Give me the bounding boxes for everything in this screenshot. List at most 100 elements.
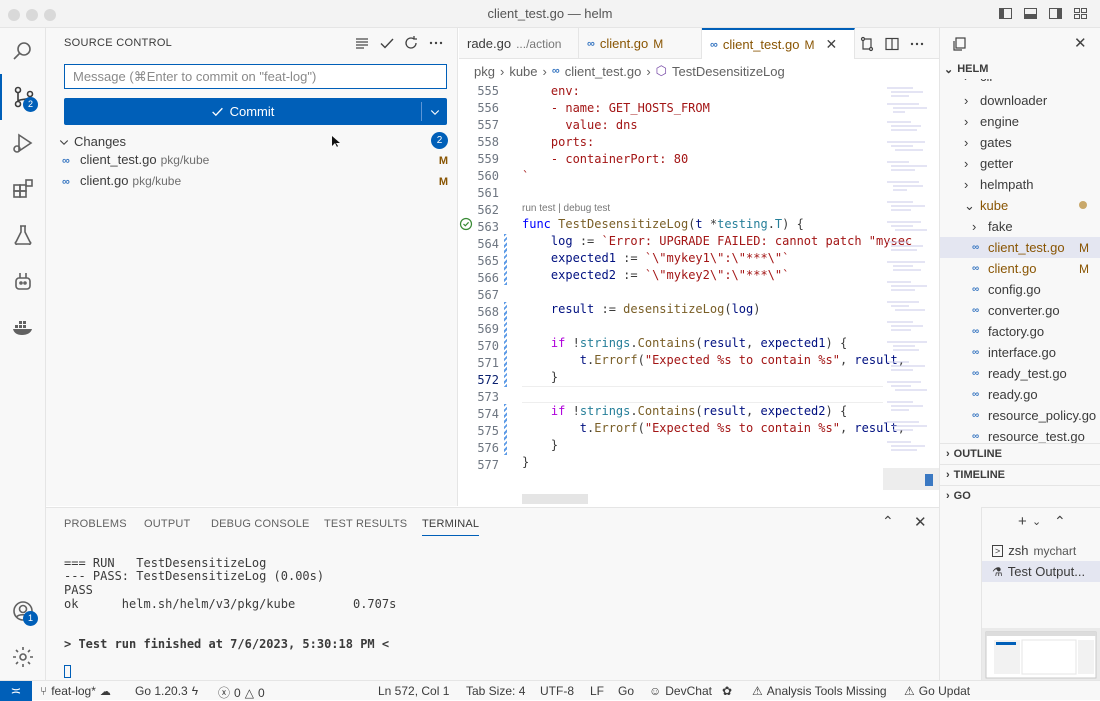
codelens-run-debug[interactable]: run test | debug test xyxy=(522,203,610,214)
close-icon[interactable]: ✕ xyxy=(1074,34,1087,52)
code-editor[interactable]: 555 556 557 558 559 560 561 562 563 564 565 566 567 5… xyxy=(459,82,939,506)
tree-label: converter.go xyxy=(988,303,1060,318)
toggle-primary-sidebar-icon[interactable] xyxy=(998,6,1013,21)
chevron-right-icon: › xyxy=(964,114,969,129)
tab-terminal[interactable]: TERMINAL xyxy=(422,518,480,536)
split-editor-icon[interactable] xyxy=(884,36,900,52)
explorer-root[interactable]: ⌄ HELM xyxy=(944,63,988,76)
accounts-icon[interactable]: 1 xyxy=(0,588,46,634)
branch-status[interactable]: ⑂ feat-log* ☁ xyxy=(40,684,111,698)
devchat-icon: ☺ xyxy=(649,684,662,698)
breadcrumb-item[interactable]: client_test.go xyxy=(565,64,642,79)
devchat-icon[interactable] xyxy=(0,258,46,304)
tree-file[interactable]: ∞ client.go M xyxy=(940,258,1100,279)
tree-folder[interactable]: › getter xyxy=(940,153,1100,174)
bunny-icon[interactable]: ✿ xyxy=(722,684,732,698)
tree-folder[interactable]: › gates xyxy=(940,132,1100,153)
changes-group-header[interactable]: Changes 2 xyxy=(56,132,448,152)
file-dir: pkg/kube xyxy=(160,153,210,167)
terminal-line: > Test run finished at 7/6/2023, 5:30:18… xyxy=(64,637,390,651)
tree-folder[interactable]: ›cli xyxy=(940,79,1100,87)
docker-icon[interactable] xyxy=(0,304,46,350)
refresh-icon[interactable] xyxy=(403,35,419,51)
customize-layout-icon[interactable] xyxy=(1073,6,1088,21)
tree-folder-open[interactable]: ⌄ kube xyxy=(940,195,1100,216)
tree-file[interactable]: ∞ ready_test.go xyxy=(940,363,1100,384)
breadcrumb-item[interactable]: kube xyxy=(509,64,537,79)
extensions-icon[interactable] xyxy=(0,166,46,212)
activity-bar: 2 1 xyxy=(0,28,46,680)
remote-indicator[interactable]: ≍ xyxy=(0,681,32,701)
symbol-function-icon: ⬡ xyxy=(655,63,668,78)
view-as-tree-icon[interactable] xyxy=(354,35,370,51)
section-timeline[interactable]: › TIMELINE xyxy=(940,464,1100,485)
tree-file[interactable]: ∞ resource_test.go xyxy=(940,426,1100,444)
close-tab-icon[interactable]: ✕ xyxy=(825,36,837,53)
end-of-line[interactable]: LF xyxy=(590,684,604,698)
warning-icon: ⚠ xyxy=(752,684,763,698)
tab-problems[interactable]: PROBLEMS xyxy=(64,518,127,530)
changed-file-row[interactable]: ∞ client_test.go pkg/kube M xyxy=(62,152,448,173)
tab-client-go[interactable]: ∞ client.go M xyxy=(579,28,702,59)
minimap[interactable] xyxy=(883,82,939,506)
encoding[interactable]: UTF-8 xyxy=(540,684,574,698)
test-passed-icon[interactable] xyxy=(459,217,473,231)
tab-debug-console[interactable]: DEBUG CONSOLE xyxy=(211,518,310,530)
tree-folder[interactable]: › helmpath xyxy=(940,174,1100,195)
toggle-panel-icon[interactable] xyxy=(1023,6,1038,21)
tree-folder[interactable]: › downloader xyxy=(940,90,1100,111)
editor-more-actions-icon[interactable] xyxy=(909,36,925,52)
tree-file[interactable]: ∞ config.go xyxy=(940,279,1100,300)
chevron-right-icon: › xyxy=(646,63,651,79)
tree-file[interactable]: ∞ interface.go xyxy=(940,342,1100,363)
copy-files-icon[interactable] xyxy=(951,36,967,52)
commit-message-input[interactable] xyxy=(64,64,447,89)
go-update-status[interactable]: ⚠ Go Updat xyxy=(904,684,970,698)
explorer-icon[interactable] xyxy=(0,28,46,74)
commit-dropdown-button[interactable] xyxy=(422,98,447,125)
toggle-secondary-sidebar-icon[interactable] xyxy=(1048,6,1063,21)
tab-output[interactable]: OUTPUT xyxy=(144,518,190,530)
language-mode[interactable]: Go xyxy=(618,684,634,698)
commit-check-icon[interactable] xyxy=(379,35,395,51)
maximize-panel-icon[interactable]: ⌃ xyxy=(882,513,894,530)
open-changes-icon[interactable] xyxy=(859,36,875,52)
section-outline[interactable]: › OUTLINE xyxy=(940,443,1100,464)
tab-size[interactable]: Tab Size: 4 xyxy=(466,684,525,698)
tree-file[interactable]: ∞ ready.go xyxy=(940,384,1100,405)
breadcrumb-item[interactable]: TestDesensitizeLog xyxy=(672,64,785,79)
close-panel-icon[interactable]: ✕ xyxy=(914,513,927,531)
new-terminal-icon[interactable]: + xyxy=(1018,513,1027,530)
go-version-status[interactable]: Go 1.20.3 ϟ xyxy=(135,684,198,698)
more-actions-icon[interactable] xyxy=(428,35,444,51)
testing-icon[interactable] xyxy=(0,212,46,258)
tree-folder[interactable]: › fake xyxy=(940,216,1100,237)
breadcrumb-item[interactable]: pkg xyxy=(474,64,495,79)
tab-upgrade-go[interactable]: rade.go .../action xyxy=(459,28,579,59)
tab-test-results[interactable]: TEST RESULTS xyxy=(324,518,407,530)
tab-client-test-go[interactable]: ∞ client_test.go M ✕ xyxy=(702,28,855,59)
problems-status[interactable]: ⓧ 0 △ 0 xyxy=(218,684,265,701)
tree-file[interactable]: ∞ converter.go xyxy=(940,300,1100,321)
go-file-icon: ∞ xyxy=(972,284,980,295)
tree-folder[interactable]: › engine xyxy=(940,111,1100,132)
run-debug-icon[interactable] xyxy=(0,120,46,166)
tree-file[interactable]: ∞ client_test.go M xyxy=(940,237,1100,258)
terminal-instance-test-output[interactable]: ⚗ Test Output... xyxy=(982,561,1100,582)
manage-gear-icon[interactable] xyxy=(0,634,46,680)
source-control-icon[interactable]: 2 xyxy=(0,74,46,120)
terminal-instance-zsh[interactable]: > zsh mychart xyxy=(982,540,1100,561)
section-label: TIMELINE xyxy=(953,469,1006,481)
maximize-panel-icon[interactable]: ⌃ xyxy=(1054,513,1066,530)
analysis-tools-status[interactable]: ⚠ Analysis Tools Missing xyxy=(752,684,887,698)
cursor-position[interactable]: Ln 572, Col 1 xyxy=(378,684,449,698)
tree-file[interactable]: ∞ resource_policy.go xyxy=(940,405,1100,426)
chevron-down-icon[interactable]: ⌄ xyxy=(1032,515,1041,528)
tree-label: factory.go xyxy=(988,324,1045,339)
tree-file[interactable]: ∞ factory.go xyxy=(940,321,1100,342)
horizontal-scrollbar[interactable] xyxy=(522,494,588,504)
changed-file-row[interactable]: ∞ client.go pkg/kube M xyxy=(62,173,448,194)
devchat-status[interactable]: ☺ DevChat xyxy=(649,684,712,698)
commit-button[interactable]: Commit xyxy=(64,98,421,125)
section-go[interactable]: › GO xyxy=(940,485,1100,506)
